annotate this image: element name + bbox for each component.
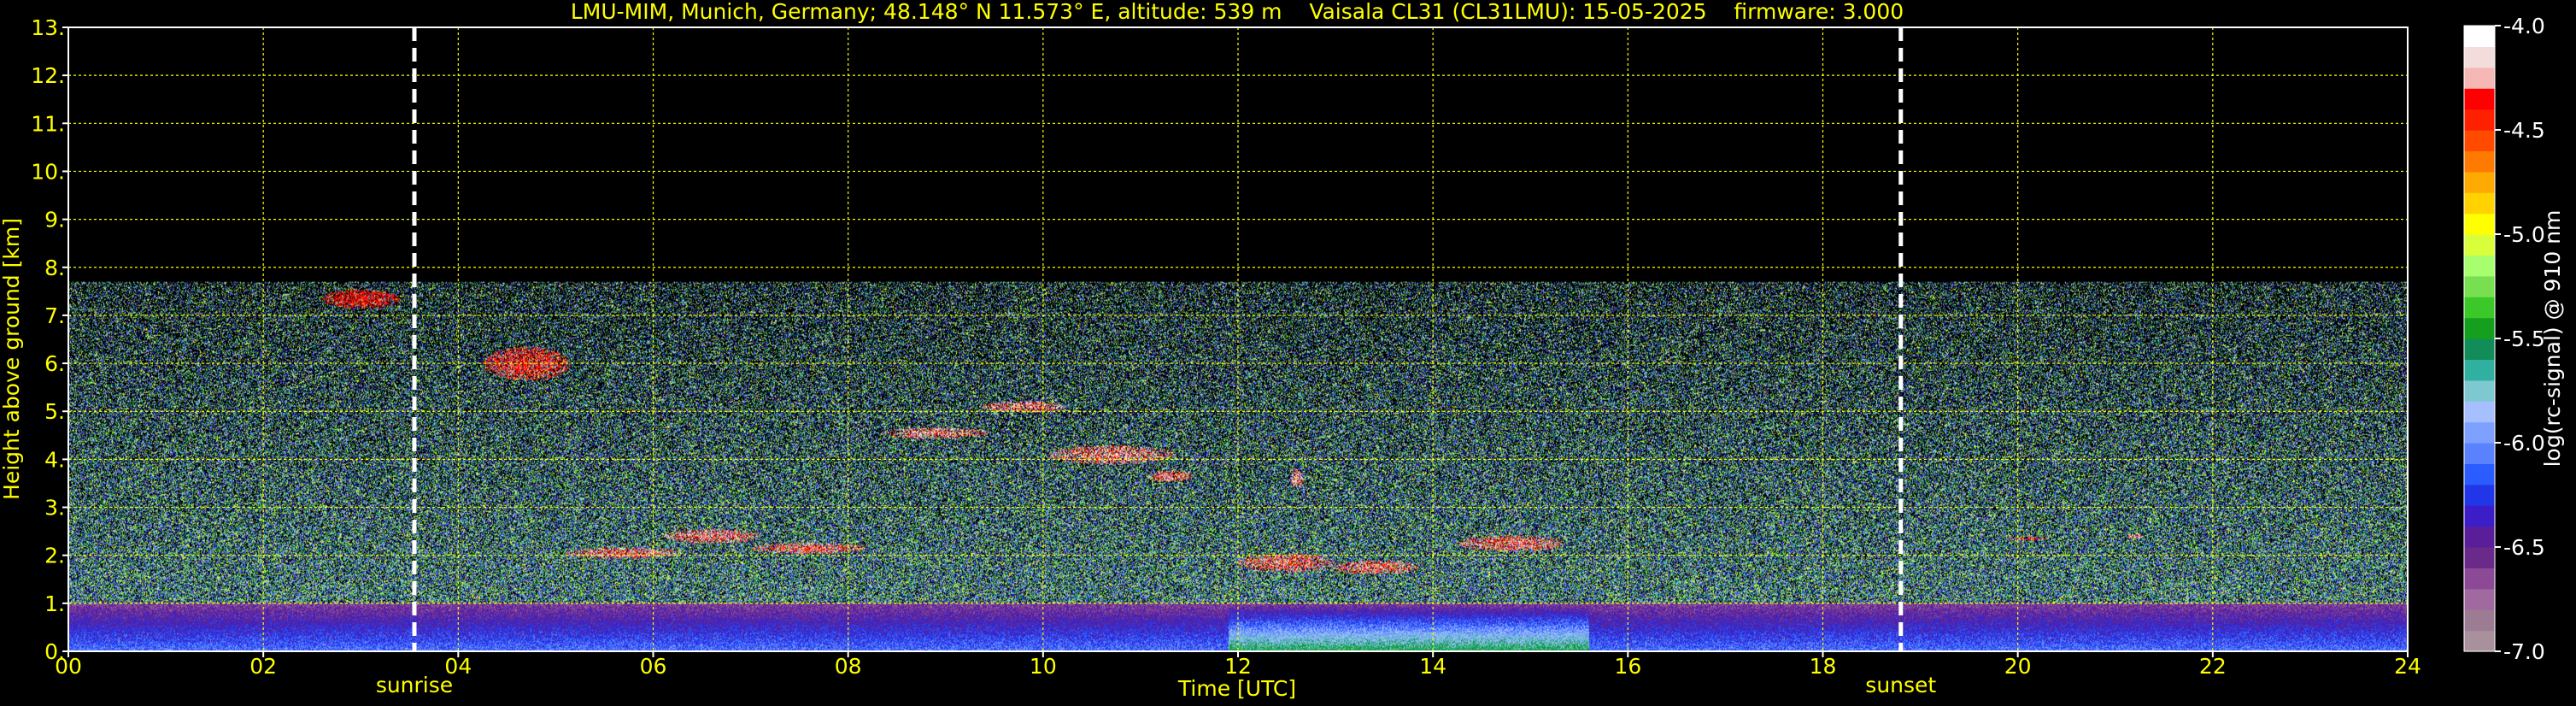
colorbar-tick-label: -4.5 [2503,118,2545,143]
y-tick-label: 0. [44,639,65,664]
colorbar-tick-label: -6.0 [2503,431,2545,456]
y-tick-label: 2. [44,544,65,568]
x-tick-label: 04 [444,654,472,679]
colorbar-segment [2464,67,2495,89]
colorbar-segment [2464,297,2495,319]
colorbar-segment [2464,26,2495,47]
colorbar-segment [2464,547,2495,568]
colorbar-tick-label: -4.0 [2503,14,2545,38]
colorbar-segment [2464,609,2495,632]
colorbar-segment [2464,275,2495,297]
colorbar-segment [2464,401,2495,423]
colorbar-tick-label: -5.0 [2503,222,2545,247]
x-tick-label: 14 [1419,654,1446,679]
y-tick-label: 13. [31,15,65,40]
x-tick-label: 24 [2394,654,2421,679]
y-tick-label: 5. [44,399,65,424]
colorbar-segment [2464,443,2495,464]
x-tick-label: 02 [249,654,277,679]
colorbar-segment [2464,192,2495,215]
colorbar-tick-label: -7.0 [2503,639,2545,664]
y-tick-label: 8. [44,256,65,280]
colorbar-segment [2464,234,2495,256]
x-tick-label: 22 [2199,654,2227,679]
y-tick-label: 12. [31,63,65,88]
y-tick-label: 11. [31,111,65,136]
colorbar-segment [2464,359,2495,381]
x-tick-label: 06 [640,654,667,679]
y-axis-label: Height above ground [km] [0,218,24,500]
x-tick-label: 08 [835,654,862,679]
colorbar-segment [2464,255,2495,277]
colorbar-segment [2464,150,2495,173]
x-tick-label: 18 [1810,654,1837,679]
colorbar-segment [2464,630,2495,652]
colorbar-segment [2464,421,2495,444]
colorbar-segment [2464,46,2495,68]
colorbar-segment [2464,484,2495,506]
ceilometer-chart: LMU-MIM, Munich, Germany; 48.148° N 11.5… [0,0,2576,706]
x-tick-label: 10 [1030,654,1057,679]
colorbar-segment [2464,317,2495,339]
colorbar-tick-label: -6.5 [2503,535,2545,560]
sunset-label: sunset [1865,673,1936,697]
y-tick-label: 3. [44,496,65,521]
colorbar-segment [2464,568,2495,590]
x-tick-label: 12 [1224,654,1252,679]
chart-title: LMU-MIM, Munich, Germany; 48.148° N 11.5… [571,0,1904,24]
x-tick-label: 16 [1614,654,1641,679]
colorbar-segment [2464,463,2495,485]
y-tick-label: 10. [31,159,65,184]
colorbar-segment [2464,130,2495,151]
y-tick-label: 6. [44,351,65,376]
colorbar-segment [2464,505,2495,527]
colorbar-segment [2464,588,2495,610]
x-axis-label: Time [UTC] [1177,676,1296,701]
colorbar-segment [2464,338,2495,360]
colorbar-segment [2464,171,2495,193]
colorbar-segment [2464,109,2495,131]
colorbar-segment [2464,213,2495,235]
colorbar-tick-label: -5.5 [2503,327,2545,351]
colorbar-label: log(rc-signal) @ 910 nm [2540,210,2565,468]
x-tick-label: 20 [2004,654,2032,679]
y-tick-label: 1. [44,591,65,616]
colorbar-segment [2464,379,2495,402]
y-tick-label: 9. [44,208,65,232]
colorbar-segment [2464,88,2495,110]
colorbar-segment [2464,526,2495,548]
sunrise-label: sunrise [376,673,453,697]
y-tick-label: 4. [44,447,65,472]
y-tick-label: 7. [44,303,65,328]
